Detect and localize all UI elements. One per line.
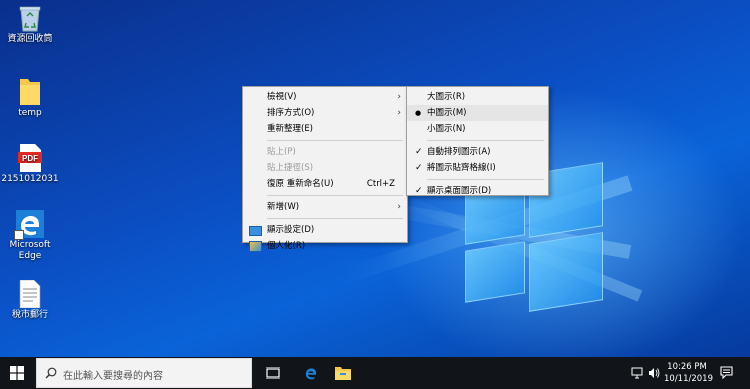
- menu-item-label: 中圖示(M): [427, 108, 467, 118]
- desktop-icon-recycle-bin[interactable]: 資源回收筒: [0, 4, 60, 45]
- menu-item-label: 大圖示(R): [427, 92, 466, 102]
- desktop-icon-label: 稅市郵行: [11, 310, 48, 320]
- menu-separator: [267, 195, 403, 196]
- pdf-file-icon: PDF: [18, 144, 42, 172]
- desktop-icon-document[interactable]: 稅市郵行: [0, 279, 60, 321]
- menu-item-label: 個人化(R): [267, 241, 306, 251]
- checkmark-icon: ✓: [415, 147, 423, 157]
- edge-icon: [14, 210, 44, 240]
- menu-separator: [427, 140, 544, 141]
- taskbar-clock[interactable]: 10:26 PM 10/11/2019: [664, 361, 713, 385]
- menu-item-label: 貼上捷徑(S): [267, 163, 314, 173]
- desktop-icon-label: 2151012031: [1, 174, 59, 184]
- desktop-context-menu: 檢視(V) › 排序方式(O) › 重新整理(E) 貼上(P) 貼上捷徑(S) …: [242, 86, 408, 252]
- menu-item-auto-arrange[interactable]: ✓ 自動排列圖示(A): [407, 144, 548, 160]
- clock-time: 10:26 PM: [667, 362, 707, 372]
- menu-item-label: 顯示設定(D): [267, 225, 315, 235]
- menu-item-label: 小圖示(N): [427, 124, 466, 134]
- folder-icon: [335, 367, 351, 380]
- submenu-arrow-icon: ›: [397, 108, 401, 118]
- task-view-icon: [266, 367, 280, 379]
- recycle-bin-icon: [18, 4, 42, 32]
- menu-item-large-icons[interactable]: 大圖示(R): [407, 89, 548, 105]
- document-icon: [19, 279, 41, 309]
- search-placeholder: 在此輸入要搜尋的內容: [63, 371, 163, 382]
- search-icon: [45, 367, 57, 379]
- menu-item-undo-rename[interactable]: 復原 重新命名(U) Ctrl+Z: [243, 176, 407, 192]
- menu-item-label: 將圖示貼齊格線(I): [427, 163, 496, 173]
- folder-icon: [19, 76, 41, 106]
- start-button[interactable]: [0, 357, 34, 389]
- checkmark-icon: ✓: [415, 186, 423, 196]
- menu-item-view[interactable]: 檢視(V) ›: [243, 89, 407, 105]
- action-center-icon[interactable]: [720, 366, 733, 382]
- desktop-icon-label: 資源回收筒: [7, 34, 53, 44]
- clock-date: 10/11/2019: [664, 374, 713, 384]
- menu-item-label: 檢視(V): [267, 92, 297, 102]
- submenu-arrow-icon: ›: [397, 92, 401, 102]
- volume-icon[interactable]: [648, 367, 660, 382]
- menu-separator: [267, 218, 403, 219]
- menu-item-label: 排序方式(O): [267, 108, 315, 118]
- menu-item-small-icons[interactable]: 小圖示(N): [407, 121, 548, 137]
- pdf-badge-text: PDF: [22, 154, 38, 163]
- windows-start-icon: [10, 366, 24, 380]
- desktop-icon-temp[interactable]: temp: [0, 76, 60, 119]
- taskbar-edge-button[interactable]: [296, 357, 326, 389]
- menu-item-label: 自動排列圖示(A): [427, 147, 491, 157]
- menu-item-paste-shortcut[interactable]: 貼上捷徑(S): [243, 160, 407, 176]
- view-submenu: 大圖示(R) ● 中圖示(M) 小圖示(N) ✓ 自動排列圖示(A) ✓ 將圖示…: [406, 86, 549, 196]
- personalize-icon: [249, 241, 262, 252]
- menu-item-align-to-grid[interactable]: ✓ 將圖示貼齊格線(I): [407, 160, 548, 176]
- menu-item-shortcut: Ctrl+Z: [366, 179, 395, 189]
- menu-item-show-desktop-icons[interactable]: ✓ 顯示桌面圖示(D): [407, 183, 548, 199]
- desktop[interactable]: 資源回收筒 temp PDF 2151012031 Microsoft Edge…: [0, 0, 750, 357]
- menu-item-label: 貼上(P): [267, 147, 296, 157]
- task-view-button[interactable]: [258, 357, 288, 389]
- selected-dot-icon: ●: [415, 109, 422, 117]
- menu-item-refresh[interactable]: 重新整理(E): [243, 121, 407, 137]
- menu-item-paste[interactable]: 貼上(P): [243, 144, 407, 160]
- taskbar-search-box[interactable]: 在此輸入要搜尋的內容: [36, 358, 252, 388]
- menu-separator: [267, 140, 403, 141]
- menu-item-display-settings[interactable]: 顯示設定(D): [243, 222, 407, 238]
- menu-item-label: 顯示桌面圖示(D): [427, 186, 492, 196]
- taskbar: 在此輸入要搜尋的內容 10:26 PM 10/11/2019: [0, 357, 750, 389]
- menu-item-label: 重新整理(E): [267, 124, 314, 134]
- menu-item-label: 新增(W): [267, 202, 300, 212]
- desktop-icon-edge[interactable]: Microsoft Edge: [0, 210, 60, 262]
- shortcut-arrow-icon: [14, 230, 24, 240]
- menu-item-personalize[interactable]: 個人化(R): [243, 238, 407, 254]
- menu-item-label: 復原 重新命名(U): [267, 179, 334, 189]
- desktop-icon-pdf[interactable]: PDF 2151012031: [0, 144, 60, 185]
- display-settings-icon: [249, 226, 262, 236]
- desktop-icon-label: temp: [18, 108, 42, 118]
- network-icon[interactable]: [631, 367, 643, 382]
- checkmark-icon: ✓: [415, 163, 423, 173]
- edge-icon: [305, 368, 317, 380]
- menu-separator: [427, 179, 544, 180]
- menu-item-new[interactable]: 新增(W) ›: [243, 199, 407, 215]
- menu-item-medium-icons[interactable]: ● 中圖示(M): [407, 105, 548, 121]
- desktop-icon-label: Microsoft Edge: [9, 240, 51, 261]
- taskbar-file-explorer-button[interactable]: [328, 357, 358, 389]
- submenu-arrow-icon: ›: [397, 202, 401, 212]
- menu-item-sort-by[interactable]: 排序方式(O) ›: [243, 105, 407, 121]
